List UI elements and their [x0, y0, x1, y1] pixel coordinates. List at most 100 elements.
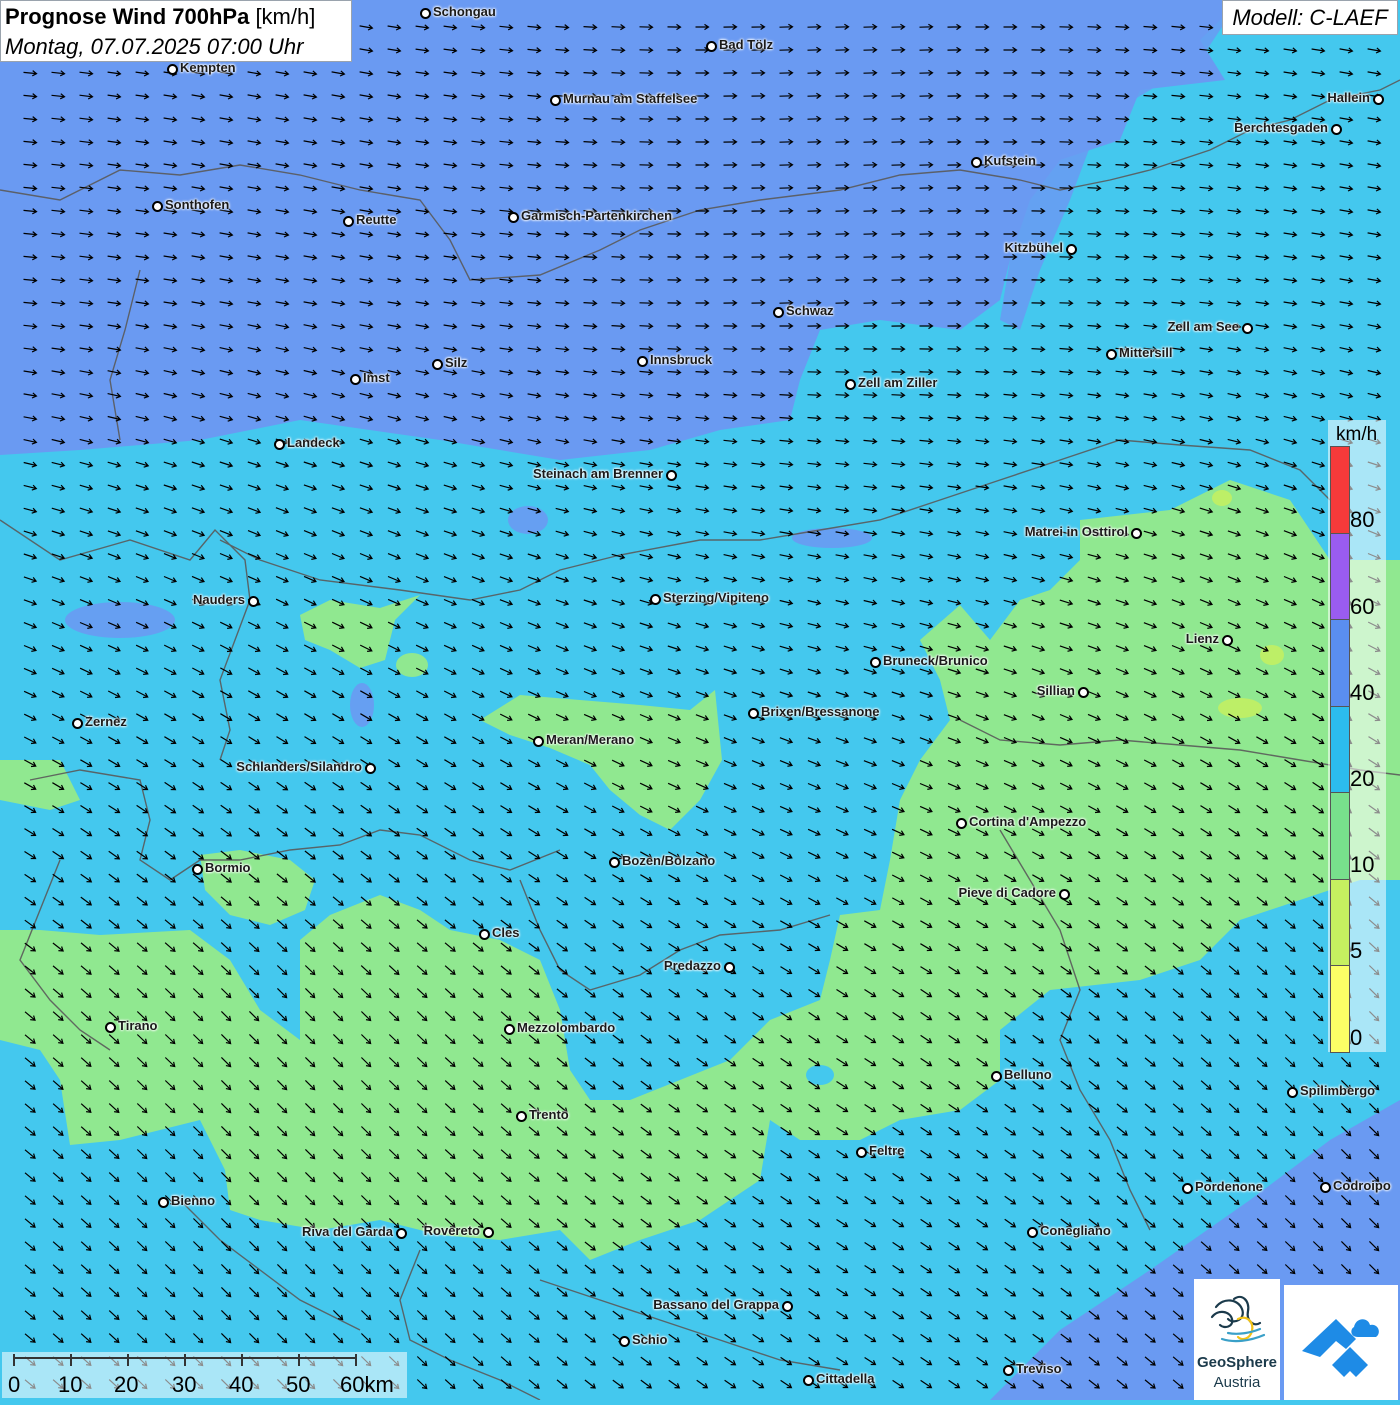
city-marker: [1242, 323, 1253, 334]
legend-tick-label: 60: [1350, 594, 1375, 619]
city-label: Kempten: [180, 60, 236, 75]
legend-tick-label: 0: [1350, 1025, 1363, 1050]
city-marker: [550, 95, 561, 106]
city-label: Zernez: [85, 714, 127, 729]
city-marker: [248, 596, 259, 607]
city-marker: [1059, 889, 1070, 900]
weather-app-logo: [1284, 1285, 1398, 1400]
city-marker: [1331, 124, 1342, 135]
city-marker: [483, 1227, 494, 1238]
geosphere-logo: GeoSphere Austria: [1194, 1279, 1280, 1400]
city-marker: [724, 962, 735, 973]
city-label: Schongau: [433, 4, 496, 19]
city-marker: [508, 212, 519, 223]
legend-tick-label: 10: [1350, 852, 1375, 877]
city-label: Garmisch-Partenkirchen: [521, 208, 673, 223]
legend-tick-label: 20: [1350, 766, 1375, 791]
legend-segment: [1330, 965, 1350, 1053]
city-marker: [1287, 1087, 1298, 1098]
city-marker: [845, 379, 856, 390]
city-marker: [870, 657, 881, 668]
legend-tick-label: 5: [1350, 938, 1363, 963]
city-label: Cortina d'Ampezzo: [969, 814, 1087, 829]
legend-segment: [1330, 878, 1350, 966]
city-marker: [991, 1071, 1002, 1082]
city-label: Silz: [445, 355, 468, 370]
city-marker: [516, 1111, 527, 1122]
scale-label: 20: [114, 1372, 139, 1397]
city-marker: [504, 1024, 515, 1035]
city-label: Cittadella: [816, 1371, 875, 1386]
city-label: Tirano: [118, 1018, 158, 1033]
city-label: Landeck: [287, 435, 340, 450]
scale-label: 50: [286, 1372, 311, 1397]
model-label: Modell: C-LAEF: [1222, 0, 1398, 35]
city-marker: [167, 64, 178, 75]
city-marker: [1106, 349, 1117, 360]
city-marker: [1003, 1365, 1014, 1376]
city-label: Conegliano: [1040, 1223, 1111, 1238]
city-label: Hallein: [1327, 90, 1370, 105]
city-label: Codroipo: [1333, 1178, 1391, 1193]
wind-zone-40-60-west: [65, 602, 175, 638]
city-label: Feltre: [869, 1143, 905, 1158]
city-marker: [609, 857, 620, 868]
scale-label: 0: [8, 1372, 21, 1397]
city-marker: [773, 307, 784, 318]
city-marker: [479, 929, 490, 940]
geosphere-logo-name: GeoSphere: [1196, 1354, 1278, 1371]
city-label: Bormio: [205, 860, 251, 875]
city-label: Kufstein: [984, 153, 1036, 168]
city-marker: [782, 1301, 793, 1312]
city-marker: [152, 201, 163, 212]
city-label: Brixen/Bressanone: [761, 704, 880, 719]
scale-label: 60km: [340, 1372, 394, 1397]
city-marker: [1027, 1227, 1038, 1238]
city-label: Reutte: [356, 212, 397, 227]
legend-segment: [1330, 619, 1350, 707]
city-marker: [706, 41, 717, 52]
city-label: Imst: [363, 370, 390, 385]
city-marker: [1222, 635, 1233, 646]
city-label: Sterzing/Vipiteno: [663, 590, 769, 605]
city-marker: [1131, 528, 1142, 539]
legend-unit: km/h: [1336, 424, 1378, 445]
city-label: Mittersill: [1119, 345, 1173, 360]
city-marker: [956, 818, 967, 829]
city-label: Nauders: [192, 592, 245, 607]
city-marker: [856, 1147, 867, 1158]
city-label: Riva del Garda: [301, 1224, 393, 1239]
city-marker: [1182, 1183, 1193, 1194]
city-label: Mezzolombardo: [517, 1020, 616, 1035]
mountain-cloud-icon: [1302, 1319, 1379, 1377]
title-unit: [km/h]: [255, 4, 316, 29]
map-title: Prognose Wind 700hPa [km/h]: [5, 4, 315, 30]
city-marker: [1066, 244, 1077, 255]
title-bold: Prognose Wind 700hPa: [5, 4, 250, 29]
city-label: Schio: [632, 1332, 668, 1347]
legend-segment: [1330, 705, 1350, 793]
title-box: Prognose Wind 700hPa [km/h] Montag, 07.0…: [0, 0, 352, 62]
city-marker: [350, 374, 361, 385]
city-label: Treviso: [1016, 1361, 1062, 1376]
city-label: Rovereto: [423, 1223, 480, 1238]
city-marker: [343, 216, 354, 227]
city-label: Innsbruck: [650, 352, 713, 367]
city-marker: [365, 763, 376, 774]
city-label: Meran/Merano: [546, 732, 635, 747]
city-marker: [72, 718, 83, 729]
city-label: Schlanders/Silandro: [236, 759, 362, 774]
city-label: Pieve di Cadore: [958, 885, 1056, 900]
scale-label: 30: [172, 1372, 197, 1397]
city-marker: [803, 1375, 814, 1386]
city-label: Steinach am Brenner: [532, 466, 663, 481]
city-marker: [158, 1197, 169, 1208]
city-label: Zell am Ziller: [858, 375, 938, 390]
legend-segment: [1330, 532, 1350, 620]
city-label: Predazzo: [663, 958, 721, 973]
city-label: Bruneck/Brunico: [883, 653, 988, 668]
legend-tick-label: 40: [1350, 680, 1375, 705]
city-marker: [192, 864, 203, 875]
city-label: Schwaz: [786, 303, 834, 318]
legend-segment: [1330, 792, 1350, 880]
